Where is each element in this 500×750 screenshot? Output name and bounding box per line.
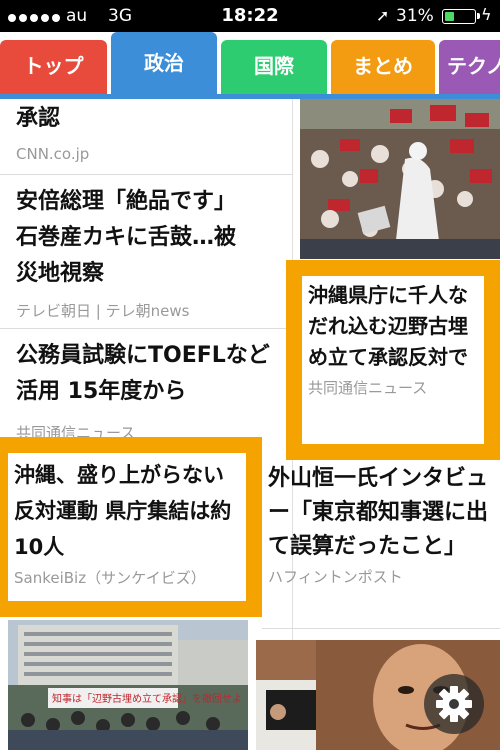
status-bar: au 3G 18:22 ➚ 31% ϟ — [0, 0, 500, 32]
tab-techno[interactable]: テクノ — [439, 40, 500, 98]
news-source: CNN.co.jp — [16, 145, 90, 163]
news-title: 沖縄、盛り上がらない反対運動 県庁集結は約10人 — [14, 463, 232, 559]
news-source: テレビ朝日 | テレ朝news — [16, 302, 190, 320]
divider — [0, 328, 292, 329]
news-item[interactable]: 公務員試験にTOEFLなど活用 15年度から 共同通信ニュース — [0, 338, 292, 443]
tab-matome[interactable]: まとめ — [331, 40, 435, 98]
tab-international[interactable]: 国際 — [221, 40, 327, 98]
settings-gear-button[interactable] — [424, 674, 484, 734]
news-item[interactable]: 安倍総理「絶品です」石巻産カキに舌鼓…被災地視察 テレビ朝日 | テレ朝news — [0, 184, 292, 321]
tab-top[interactable]: トップ — [0, 40, 107, 98]
news-title: 安倍総理「絶品です」石巻産カキに舌鼓…被災地視察 — [16, 189, 237, 286]
banner-text: 知事は「辺野古埋め立て承認」を撤回せよ — [52, 692, 242, 705]
gear-icon — [436, 686, 472, 722]
charging-bolt-icon: ϟ — [481, 5, 492, 24]
news-source: SankeiBiz（サンケイビズ） — [14, 569, 206, 587]
battery-percent: 31% — [396, 6, 434, 26]
news-title: 公務員試験にTOEFLなど活用 15年度から — [16, 343, 270, 404]
news-title: 承認 — [16, 106, 61, 131]
protest-photo[interactable] — [300, 99, 500, 259]
news-item[interactable]: 承認 CNN.co.jp — [0, 99, 292, 163]
location-arrow-icon: ➚ — [376, 6, 390, 25]
tab-politics[interactable]: 政治 — [111, 32, 217, 98]
news-item[interactable]: 外山恒一氏インタビュー「東京都知事選に出て誤算だったこと」 ハフィントンポスト — [262, 462, 500, 587]
news-title: 外山恒一氏インタビュー「東京都知事選に出て誤算だったこと」 — [268, 466, 489, 559]
news-title: 沖縄県庁に千人なだれ込む辺野古埋め立て承認反対で — [308, 283, 468, 369]
highlighted-news-card[interactable]: 沖縄県庁に千人なだれ込む辺野古埋め立て承認反対で 共同通信ニュース — [286, 260, 500, 460]
highlighted-news-card[interactable]: 沖縄、盛り上がらない反対運動 県庁集結は約10人 SankeiBiz（サンケイビ… — [0, 437, 262, 617]
divider — [262, 628, 500, 629]
highlighted-news-body: 沖縄県庁に千人なだれ込む辺野古埋め立て承認反対で 共同通信ニュース — [302, 276, 484, 444]
news-source: 共同通信ニュース — [308, 379, 428, 397]
category-tab-bar: トップ 政治 国際 まとめ テクノ — [0, 32, 500, 98]
news-source: ハフィントンポスト — [268, 568, 403, 586]
prefectural-office-photo[interactable]: 知事は「辺野古埋め立て承認」を撤回せよ — [8, 620, 248, 750]
divider — [0, 174, 292, 175]
highlighted-news-body: 沖縄、盛り上がらない反対運動 県庁集結は約10人 SankeiBiz（サンケイビ… — [8, 453, 246, 601]
battery-icon — [442, 9, 480, 24]
